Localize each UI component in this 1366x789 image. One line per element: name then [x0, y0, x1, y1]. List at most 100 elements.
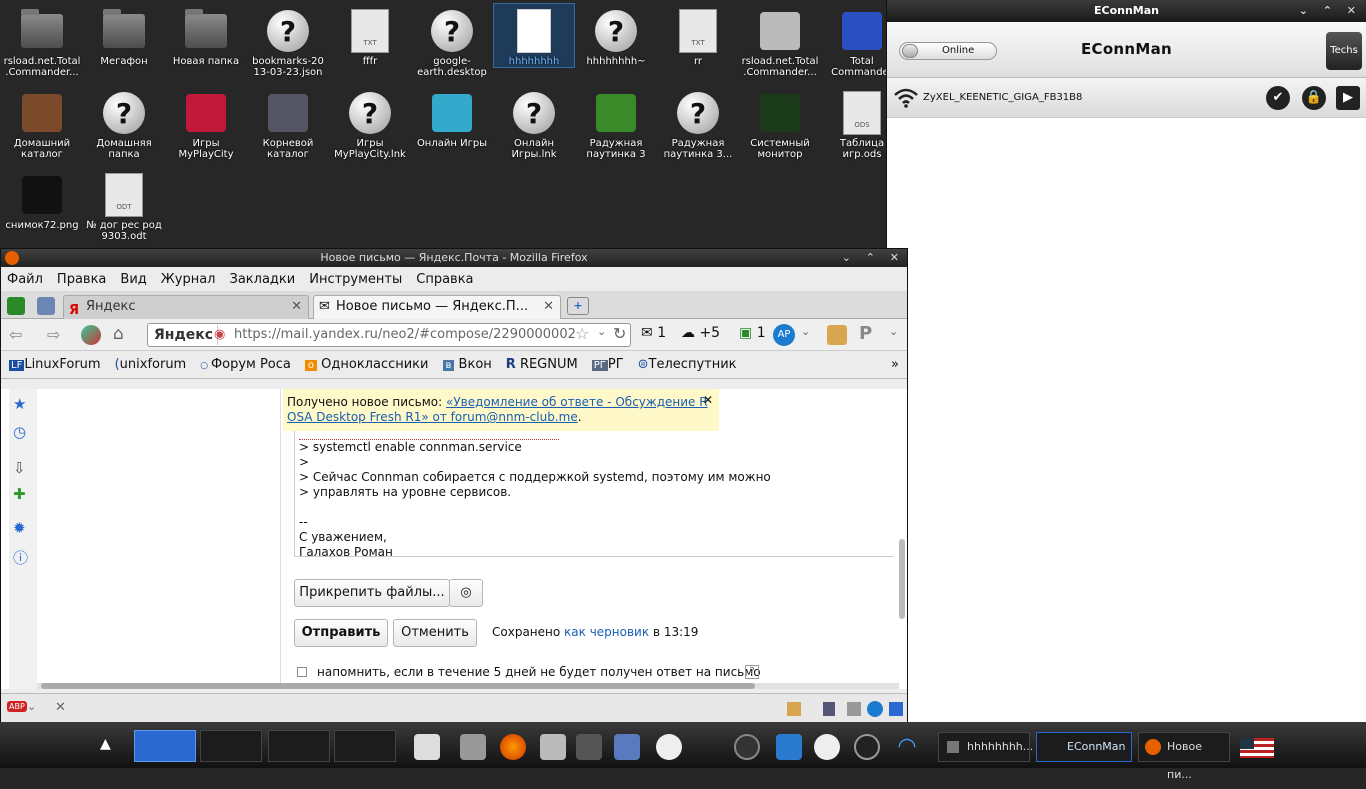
- firefox-launcher-icon[interactable]: [500, 734, 526, 760]
- reload-icon[interactable]: ↻: [613, 324, 626, 343]
- check-icon[interactable]: ✔: [1266, 86, 1290, 110]
- tab-group-icon[interactable]: [7, 297, 25, 315]
- vertical-scrollbar[interactable]: [899, 539, 905, 619]
- network-row[interactable]: ZyXEL_KEENETIC_GIGA_FB31B8 ✔ 🔒 ▶: [887, 78, 1366, 118]
- addons-puzzle-icon[interactable]: ✚: [13, 485, 26, 503]
- usb-icon[interactable]: [540, 734, 566, 760]
- desktop-icon[interactable]: rsload.net.Total .Commander...: [740, 4, 820, 78]
- minimize-icon[interactable]: ⌃: [1323, 0, 1332, 22]
- bookmark-forum-rosa[interactable]: ○ Форум Роса: [200, 357, 291, 372]
- desktop-icon[interactable]: hhhhhhhh: [493, 3, 575, 68]
- computer-icon[interactable]: [460, 734, 486, 760]
- desktop-icon[interactable]: Новая папка: [166, 4, 246, 67]
- us-flag-icon[interactable]: [1240, 738, 1274, 758]
- history-clock-icon[interactable]: ◷: [13, 423, 26, 441]
- chevron-down-icon[interactable]: ⌄: [801, 325, 810, 338]
- mail-body[interactable]: > systemctl enable connman.service > > С…: [294, 431, 894, 559]
- menu-view[interactable]: Вид: [120, 272, 146, 287]
- gimp-icon[interactable]: [576, 734, 602, 760]
- tab-compose[interactable]: ✉ Новое письмо — Яндекс.П... ✕: [313, 295, 561, 319]
- tab-yandex[interactable]: Я Яндекс ✕: [63, 295, 309, 319]
- ap-addon-icon[interactable]: AP: [773, 324, 795, 346]
- chevron-down-icon[interactable]: ⌄: [889, 325, 898, 338]
- cancel-button[interactable]: Отменить: [393, 619, 477, 647]
- download-icon[interactable]: ⇩: [13, 459, 26, 477]
- task-firefox[interactable]: Новое пи...: [1138, 732, 1230, 781]
- addon-icon[interactable]: [81, 325, 101, 345]
- info-icon[interactable]: ⓘ: [13, 547, 28, 568]
- bookmark-vkontakte[interactable]: в Вкон: [442, 357, 492, 372]
- disk-attach-button[interactable]: ◎: [449, 579, 483, 607]
- play-icon[interactable]: ▶: [1336, 86, 1360, 110]
- weather-widget[interactable]: ☁ +5: [681, 325, 720, 341]
- volume-icon[interactable]: [854, 734, 880, 760]
- bookmark-unixforum[interactable]: (unixforum: [115, 357, 187, 372]
- site-identity-icon[interactable]: ◉: [214, 324, 225, 346]
- pagerank-icon[interactable]: P: [859, 323, 872, 344]
- desktop-icon[interactable]: ? bookmarks-20 13-03-23.json: [248, 4, 328, 78]
- home-icon[interactable]: ⌂: [113, 324, 124, 344]
- desktop-icon[interactable]: ? Игры MyPlayCity.lnk: [330, 86, 410, 160]
- horizontal-scrollbar[interactable]: [41, 683, 755, 689]
- mail-counter[interactable]: ✉ 1: [641, 325, 666, 341]
- menu-edit[interactable]: Правка: [57, 272, 106, 287]
- bookmark-rg[interactable]: РГ РГ: [591, 357, 624, 372]
- desktop-icon[interactable]: Онлайн Игры: [412, 86, 492, 149]
- desktop-icon[interactable]: rsload.net.Total .Commander...: [2, 4, 82, 78]
- bookmarks-star-icon[interactable]: ★: [13, 395, 26, 413]
- ap-status-icon[interactable]: [867, 701, 883, 717]
- bookmarks-overflow-icon[interactable]: »: [891, 357, 899, 372]
- star-icon[interactable]: ☆: [575, 324, 589, 343]
- desktop-icon[interactable]: ? google-earth.desktop: [412, 4, 492, 78]
- pager-desktop-3[interactable]: [268, 730, 330, 762]
- bookmark-regnum[interactable]: R REGNUM: [506, 357, 578, 372]
- menu-help[interactable]: Справка: [416, 272, 473, 287]
- adblock-icon[interactable]: ABP: [7, 701, 27, 712]
- desktop-icon[interactable]: ? Домашняя папка: [84, 86, 164, 160]
- pager-desktop-2[interactable]: [200, 730, 262, 762]
- close-tab-icon[interactable]: ✕: [543, 296, 554, 318]
- notes-status-icon[interactable]: [787, 702, 801, 716]
- new-tab-button[interactable]: +: [567, 297, 589, 315]
- remind-checkbox[interactable]: [297, 667, 307, 677]
- menu-history[interactable]: Журнал: [161, 272, 216, 287]
- pager-desktop-1[interactable]: [134, 730, 196, 762]
- desktop-icon[interactable]: ? Радужная паутинка 3...: [658, 86, 738, 160]
- forward-icon[interactable]: ⇨: [47, 325, 60, 344]
- screen-status-icon[interactable]: [889, 702, 903, 716]
- desktop-icon[interactable]: ? Онлайн Игры.lnk: [494, 86, 574, 160]
- settings-gear-icon[interactable]: ✹: [13, 519, 26, 537]
- pager-desktop-4[interactable]: [334, 730, 396, 762]
- desktop-icon[interactable]: Домашний каталог: [2, 86, 82, 160]
- chevron-down-icon[interactable]: ⌄: [842, 249, 851, 267]
- url-bar[interactable]: Яндекс ◉ https://mail.yandex.ru/neo2/#co…: [147, 323, 631, 347]
- menu-file[interactable]: Файл: [7, 272, 43, 287]
- bulb-icon[interactable]: [656, 734, 682, 760]
- desktop-icon[interactable]: TXT fffr: [330, 4, 410, 67]
- notifier-widget[interactable]: ▣ 1: [739, 325, 766, 341]
- show-desktop-up-icon[interactable]: ▲: [100, 736, 111, 752]
- techs-button[interactable]: Techs: [1326, 32, 1362, 70]
- bookmark-odnoklassniki[interactable]: o Одноклассники: [304, 357, 429, 372]
- desktop-icon[interactable]: ODT № дог рес род 9303.odt: [84, 168, 164, 242]
- desktop-icon[interactable]: Игры MyPlayCity: [166, 86, 246, 160]
- desktop-icon[interactable]: Радужная паутинка 3: [576, 86, 656, 160]
- menu-tools[interactable]: Инструменты: [309, 272, 402, 287]
- attach-files-button[interactable]: Прикрепить файлы...: [294, 579, 450, 607]
- close-icon[interactable]: ✕: [55, 700, 66, 715]
- remind-help[interactable]: ?: [745, 665, 759, 679]
- close-icon[interactable]: ✕: [1347, 0, 1356, 22]
- bookmark-linuxforum[interactable]: LF LinuxForum: [9, 357, 101, 372]
- chevron-down-icon[interactable]: ⌄: [1299, 0, 1308, 22]
- tab-list-icon[interactable]: [37, 297, 55, 315]
- back-icon[interactable]: ⇦: [9, 325, 22, 344]
- close-icon[interactable]: ✕: [703, 393, 713, 408]
- desktop-icon[interactable]: TXT rr: [658, 4, 738, 67]
- desktop-icon[interactable]: снимок72.png: [2, 168, 82, 231]
- desktop-icon[interactable]: Корневой каталог: [248, 86, 328, 160]
- dropdown-icon[interactable]: ⌄: [597, 325, 606, 338]
- clock-icon[interactable]: [814, 734, 840, 760]
- menu-bookmarks[interactable]: Закладки: [230, 272, 296, 287]
- close-icon[interactable]: ✕: [890, 249, 899, 267]
- bookmark-telesputnik[interactable]: ⊜Телеспутник: [638, 357, 737, 372]
